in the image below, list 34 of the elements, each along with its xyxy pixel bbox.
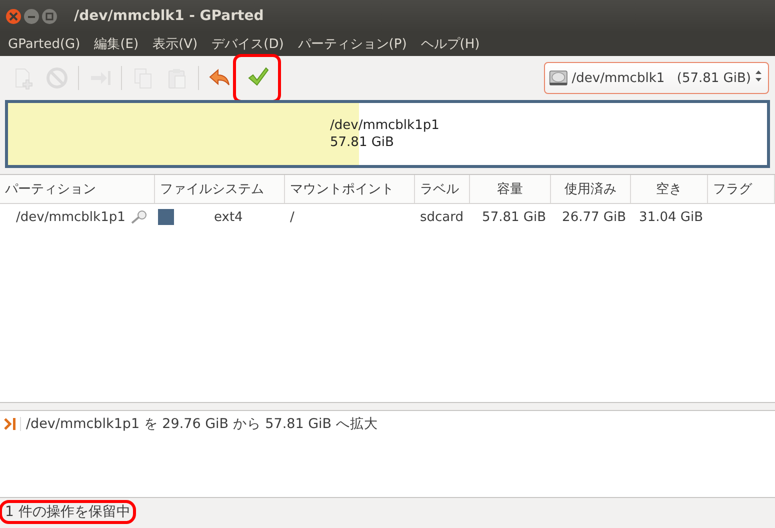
column-header[interactable]: パーティション [0,175,155,203]
menu-item[interactable]: パーティション(P) [290,35,414,53]
partition-map[interactable]: /dev/mmcblk1p1 57.81 GiB [5,100,770,168]
close-icon [9,12,18,20]
table-cell: sdcard [420,210,464,224]
column-header[interactable]: 容量 [470,175,551,203]
square-icon [45,12,54,20]
maximize-button[interactable] [42,8,57,24]
table-cell: 31.04 GiB [639,210,703,224]
partition-name: /dev/mmcblk1p1 [330,117,440,134]
partition-size: 57.81 GiB [330,134,395,151]
column-header[interactable]: 空き [631,175,708,203]
minimize-button[interactable] [24,8,39,24]
table-cell: 26.77 GiB [562,210,626,224]
column-header[interactable]: 使用済み [551,175,631,203]
grow-icon [4,417,21,431]
table-cell: / [290,210,294,224]
window-title: /dev/mmcblk1 - GParted [74,8,264,24]
menu-item[interactable]: 編集(E) [87,35,146,53]
column-header[interactable]: マウントポイント [285,175,415,203]
status-text: 1 件の操作を保留中 [5,503,130,521]
menu-item[interactable]: 表示(V) [146,35,205,53]
column-header[interactable]: ラベル [415,175,470,203]
menu-item[interactable]: デバイス(D) [204,35,291,53]
operation-text: /dev/mmcblk1p1 を 29.76 GiB から 57.81 GiB へ拡大 [26,415,378,433]
column-header[interactable]: フラグ [708,175,775,203]
table-cell: ext4 [214,210,243,224]
device-dropdown[interactable]: /dev/mmcblk1 (57.81 GiB) [544,62,769,94]
table-cell: /dev/mmcblk1p1 [16,210,126,224]
menu-item[interactable]: ヘルプ(H) [414,35,487,53]
table-cell: 57.81 GiB [482,210,546,224]
column-header[interactable]: ファイルシステム [155,175,285,203]
menu-item[interactable]: GParted(G) [1,36,88,52]
close-button[interactable] [6,8,21,24]
